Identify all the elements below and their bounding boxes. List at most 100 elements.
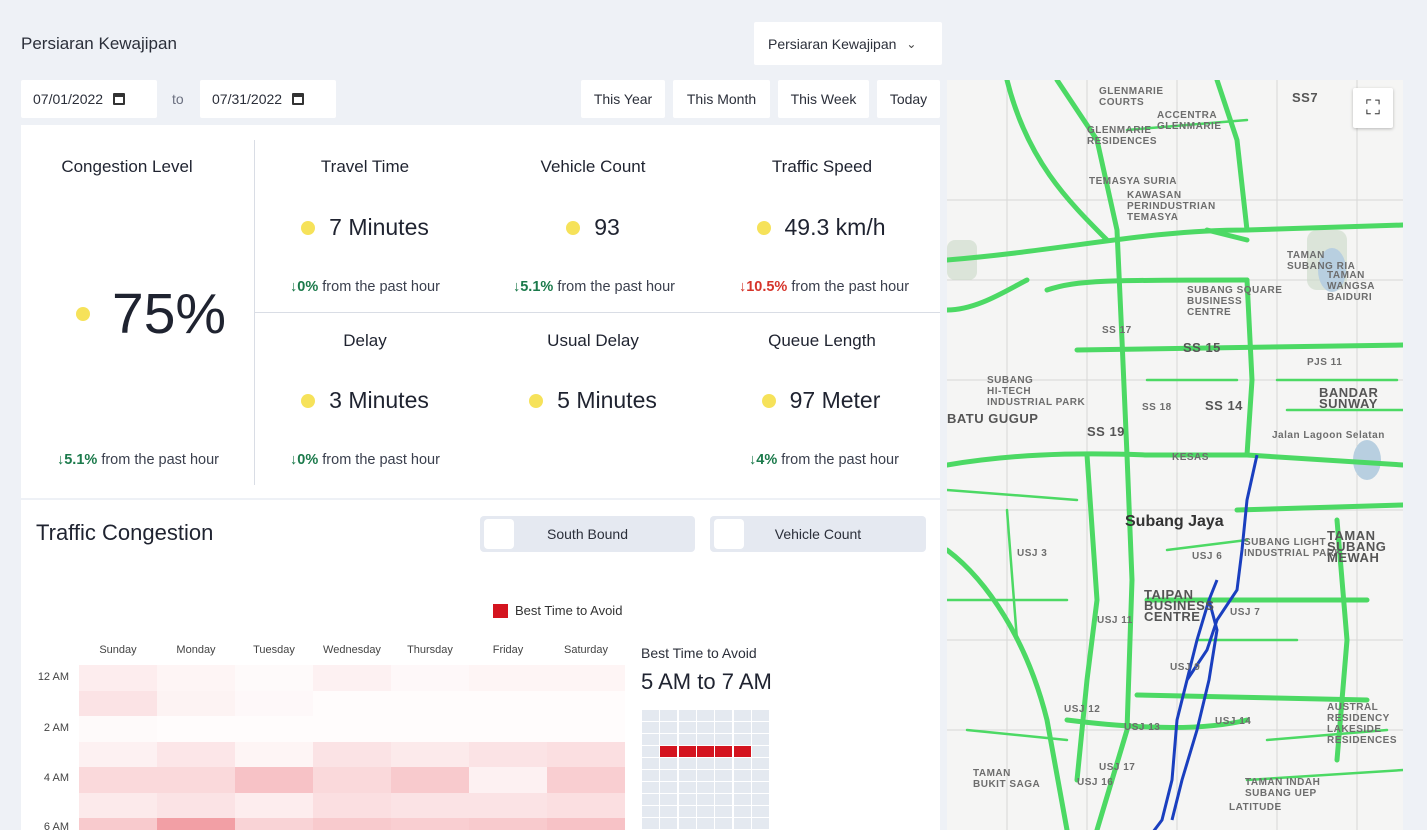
status-dot-icon: [301, 393, 316, 408]
best-time-cell: [642, 710, 659, 721]
best-time-cell: [696, 806, 714, 817]
status-dot-icon: [529, 393, 544, 408]
heatmap-cell: [157, 818, 235, 830]
metric-value-text: 3 Minutes: [329, 387, 429, 413]
hour-label: 12 AM: [37, 671, 69, 683]
congestion-level-card: Congestion Level 75% ↓5.1% from the past…: [21, 125, 255, 498]
date-to-input[interactable]: 07/31/2022: [200, 80, 336, 118]
metric-title: Delay: [343, 331, 387, 350]
change-percent: 4%: [756, 452, 778, 468]
heatmap-cell: [547, 792, 625, 818]
change-percent: 5.1%: [64, 452, 98, 468]
best-time-cell: [678, 758, 696, 769]
best-time-cell: [696, 794, 714, 805]
heatmap-cell: [313, 741, 391, 767]
best-time-cell: [751, 758, 769, 769]
heatmap-cell: [391, 767, 469, 793]
best-time-cell: [751, 818, 769, 829]
heatmap-cell: [313, 818, 391, 830]
hour-label: 2 AM: [43, 722, 69, 734]
metric-change: ↓0% from the past hour: [251, 279, 479, 295]
heatmap-cell: [313, 716, 391, 742]
best-time-cell: [642, 758, 659, 769]
metric-value-text: 7 Minutes: [329, 214, 429, 240]
heatmap-cell: [235, 792, 313, 818]
horizontal-divider: [255, 312, 940, 313]
heatmap-cell: [157, 665, 235, 691]
best-time-cell: [642, 770, 659, 781]
change-suffix: from the past hour: [322, 279, 440, 295]
range-button-this-month[interactable]: This Month: [673, 80, 770, 118]
map-label: TAIPAN BUSINESS CENTRE: [1144, 587, 1215, 624]
heatmap-cell: [313, 665, 391, 691]
best-time-cell: [660, 782, 678, 793]
best-time-cell: [660, 746, 678, 757]
heatmap-cell: [235, 690, 313, 716]
metric-title: Traffic Speed: [771, 157, 873, 176]
best-time-cell: [696, 818, 714, 829]
range-button-this-year[interactable]: This Year: [581, 80, 665, 118]
best-time-cell: [715, 722, 733, 733]
heatmap-legend: Best Time to Avoid: [493, 603, 622, 618]
metric-value: 93: [483, 214, 703, 241]
best-time-cell: [696, 746, 714, 757]
map-label: ACCENTRA GLENMARIE: [1157, 110, 1222, 132]
calendar-icon[interactable]: [292, 93, 305, 105]
heatmap-cell: [157, 767, 235, 793]
best-time-cell: [660, 818, 678, 829]
best-time-cell: [715, 746, 733, 757]
heatmap-cell: [235, 665, 313, 691]
toggle-vehicle-count[interactable]: Vehicle Count: [710, 516, 926, 552]
heatmap-cell: [157, 716, 235, 742]
best-time-cell: [733, 746, 751, 757]
heatmap-cell: [547, 741, 625, 767]
date-from-input[interactable]: 07/01/2022: [21, 80, 157, 118]
location-select[interactable]: Persiaran Kewajipan ⌄: [754, 22, 942, 65]
metric-title: Queue Length: [768, 331, 876, 350]
map-label: USJ 6: [1192, 551, 1223, 562]
map-label: USJ 9: [1170, 662, 1201, 673]
range-button-this-week[interactable]: This Week: [778, 80, 869, 118]
best-time-cell: [751, 770, 769, 781]
best-time-cell: [678, 722, 696, 733]
change-percent: 0%: [297, 452, 319, 468]
heatmap-cell: [391, 792, 469, 818]
best-time-cell: [751, 722, 769, 733]
heatmap-cell: [391, 818, 469, 830]
heatmap-cell: [469, 818, 547, 830]
map-label: USJ 17: [1099, 762, 1136, 773]
heatmap-cell: [469, 691, 547, 717]
best-time-cell: [715, 734, 733, 745]
day-label: Wednesday: [323, 644, 381, 656]
heatmap-cell: [313, 792, 391, 818]
map-label: SUBANG SQUARE BUSINESS CENTRE: [1187, 285, 1283, 318]
best-time-cell: [642, 782, 659, 793]
heatmap-cell: [157, 690, 235, 716]
calendar-icon[interactable]: [113, 93, 126, 105]
heatmap-cell: [547, 818, 625, 830]
toggle-south-bound[interactable]: South Bound: [480, 516, 695, 552]
best-time-cell: [715, 770, 733, 781]
best-time-cell: [715, 806, 733, 817]
legend-swatch: [493, 603, 508, 618]
heatmap-cell: [469, 792, 547, 818]
date-to-value: 07/31/2022: [212, 91, 283, 107]
metric-title: Usual Delay: [547, 331, 639, 350]
heatmap-cell: [391, 691, 469, 717]
status-dot-icon: [756, 220, 771, 235]
map-label: USJ 12: [1064, 704, 1101, 715]
status-dot-icon: [566, 220, 581, 235]
range-button-today[interactable]: Today: [877, 80, 940, 118]
best-time-cell: [678, 806, 696, 817]
fullscreen-icon[interactable]: ⛶: [1353, 88, 1393, 128]
map[interactable]: GLENMARIE COURTS ACCENTRA GLENMARIE GLENMA…: [947, 80, 1403, 830]
best-time-cell: [733, 770, 751, 781]
heatmap-cell: [79, 741, 157, 767]
change-percent: 5.1%: [520, 279, 554, 295]
best-time-cell: [696, 782, 714, 793]
map-label: TAMAN SUBANG RIA: [1287, 250, 1356, 272]
map-label: TAMAN INDAH SUBANG UEP: [1245, 777, 1321, 799]
heatmap-cell: [391, 665, 469, 691]
map-label: TEMASYA SURIA: [1089, 176, 1177, 187]
best-time-cell: [660, 734, 678, 745]
